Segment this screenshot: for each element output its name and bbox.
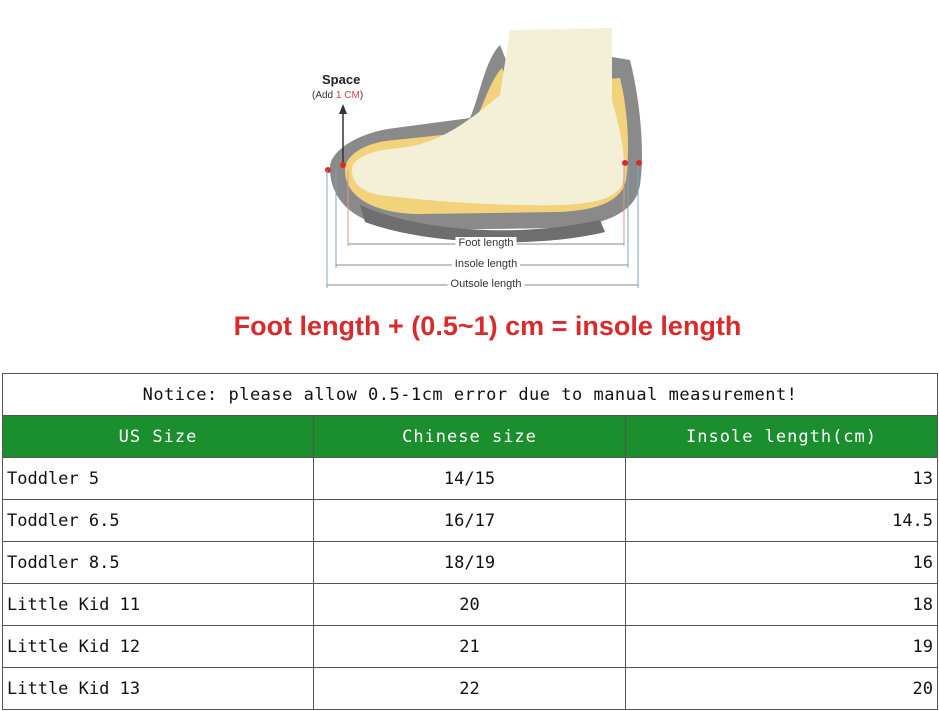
outsole-length-label: Outsole length (447, 278, 525, 290)
table-row: Toddler 5 14/15 13 (2, 457, 939, 500)
insole-length-cell: 14.5 (624, 499, 939, 542)
us-size-cell: Little Kid 12 (2, 625, 314, 668)
chinese-size-cell: 18/19 (313, 541, 626, 584)
header-insole-length: Insole length(cm) (624, 415, 939, 458)
chinese-size-cell: 20 (313, 583, 626, 626)
shoe-measurement-diagram: Space (Add 1 CM) Foot length Insole leng… (0, 0, 939, 370)
space-arrow-head (339, 104, 347, 114)
measure-dot (340, 162, 346, 168)
us-size-cell: Toddler 5 (2, 457, 314, 500)
us-size-cell: Little Kid 11 (2, 583, 314, 626)
notice-text: Notice: please allow 0.5-1cm error due t… (1, 373, 939, 416)
table-row: Little Kid 13 22 20 (2, 667, 939, 710)
chinese-size-cell: 16/17 (313, 499, 626, 542)
notice-row: Notice: please allow 0.5-1cm error due t… (1, 373, 939, 416)
add-1cm-label: (Add 1 CM) (312, 90, 364, 101)
table-row: Toddler 8.5 18/19 16 (2, 541, 939, 584)
measure-dot (325, 167, 331, 173)
measure-dot (622, 160, 628, 166)
insole-length-cell: 13 (624, 457, 939, 500)
table-row: Toddler 6.5 16/17 14.5 (2, 499, 939, 542)
space-label: Space (322, 72, 361, 87)
us-size-cell: Little Kid 13 (2, 667, 314, 710)
insole-length-cell: 19 (624, 625, 939, 668)
chinese-size-cell: 14/15 (313, 457, 626, 500)
header-us-size: US Size (2, 415, 314, 458)
measure-dot (636, 160, 642, 166)
insole-formula-headline: Foot length + (0.5~1) cm = insole length (233, 311, 742, 341)
header-row: US Size Chinese size Insole length(cm) (2, 415, 939, 458)
us-size-cell: Toddler 6.5 (2, 499, 314, 542)
table-row: Little Kid 11 20 18 (2, 583, 939, 626)
chinese-size-cell: 21 (313, 625, 626, 668)
foot-length-label: Foot length (455, 237, 517, 249)
insole-length-cell: 16 (624, 541, 939, 584)
chinese-size-cell: 22 (313, 667, 626, 710)
table-row: Little Kid 12 21 19 (2, 625, 939, 668)
us-size-cell: Toddler 8.5 (2, 541, 314, 584)
insole-length-cell: 18 (624, 583, 939, 626)
insole-length-cell: 20 (624, 667, 939, 710)
header-chinese-size: Chinese size (313, 415, 626, 458)
size-chart-table: Notice: please allow 0.5-1cm error due t… (1, 373, 939, 710)
foot-shape (351, 28, 625, 206)
insole-length-label: Insole length (451, 258, 521, 270)
